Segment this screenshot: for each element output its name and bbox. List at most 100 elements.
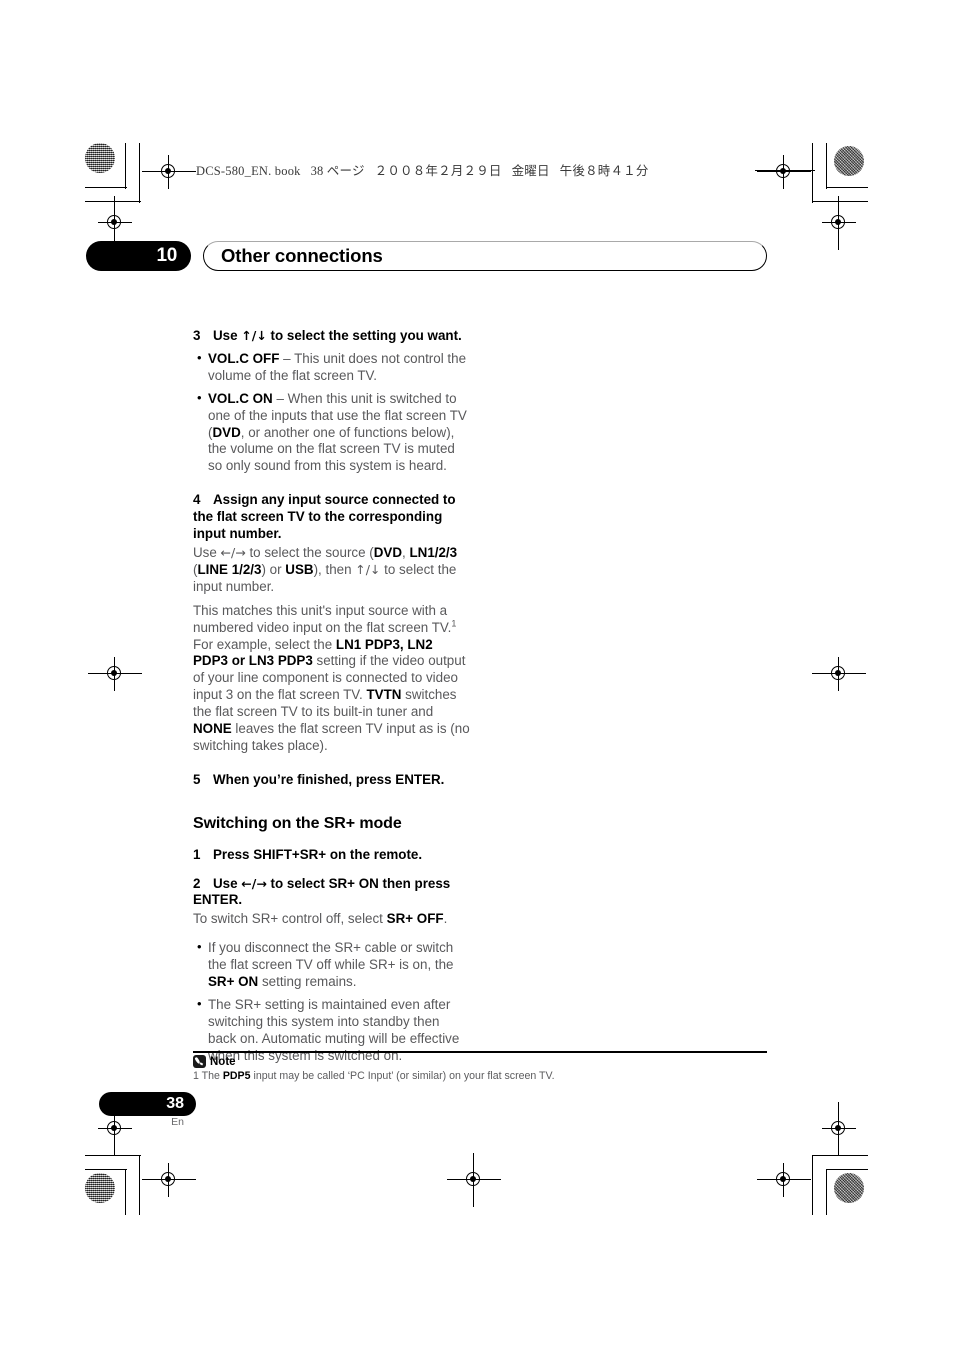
print-filename-line: DCS-580_EN. book 38 ページ ２００８年２月２９日 金曜日 午… <box>196 164 649 178</box>
list-item: VOL.C OFF – This unit does not control t… <box>193 350 471 385</box>
sr-step-2: 2 Use ←/→ to select SR+ ON then press ENT… <box>193 876 471 910</box>
halftone-circle-bottom-right <box>834 1173 864 1203</box>
page-number-badge: 38 <box>99 1092 196 1116</box>
step-text: Use ↑/↓ to select the setting you want. <box>213 328 471 345</box>
step-text: Press SHIFT+SR+ on the remote. <box>213 846 423 862</box>
registration-target <box>142 1163 196 1197</box>
input-pdp5: PDP5 <box>222 1070 251 1082</box>
step-text-prefix: Use <box>213 328 242 343</box>
note-header: Note <box>193 1055 236 1068</box>
bullet-part1: If you disconnect the SR+ cable or switc… <box>208 940 454 973</box>
crop-mark-line <box>812 1155 814 1215</box>
halftone-circle-bottom-left <box>85 1173 115 1203</box>
setting-sr-on: SR+ ON <box>208 974 259 990</box>
section-heading-sr-plus: Switching on the SR+ mode <box>193 814 402 832</box>
subtext-part2: . <box>443 911 448 927</box>
note-label: Note <box>210 1055 236 1068</box>
crop-mark-line <box>85 187 127 189</box>
crop-mark-line <box>125 143 127 189</box>
step-3-bullet-list: VOL.C OFF – This unit does not control t… <box>193 350 471 476</box>
crop-mark-line <box>812 201 868 203</box>
sr-bullet-list: If you disconnect the SR+ cable or switc… <box>193 939 471 1064</box>
source-line: LINE 1/2/3 <box>197 561 262 577</box>
halftone-circle-top-right <box>834 146 864 176</box>
crop-mark-line <box>826 1169 868 1171</box>
sr-step-2-subtext: To switch SR+ control off, select SR+ OF… <box>193 911 471 928</box>
list-item: If you disconnect the SR+ cable or switc… <box>193 939 471 991</box>
explanation-part1: This matches this unit's input source wi… <box>193 602 452 635</box>
sr-step-1: 1 Press SHIFT+SR+ on the remote. <box>193 847 471 864</box>
chapter-number-badge: 10 <box>86 241 191 271</box>
step-text-prefix: Use <box>213 875 242 891</box>
crop-mark-line <box>85 1169 127 1171</box>
input-name: DVD <box>212 424 241 440</box>
instruction-then: ), then <box>313 561 356 577</box>
setting-tvtn: TVTN <box>366 687 402 703</box>
page-title: Other connections <box>221 245 383 266</box>
registration-target <box>447 1153 501 1207</box>
chapter-title-bar: Other connections <box>203 241 767 271</box>
step-number: 4 <box>193 492 201 508</box>
source-ln: LN1/2/3 <box>409 544 458 560</box>
step-4-explanation: This matches this unit's input source wi… <box>193 603 471 755</box>
crop-mark-line <box>139 143 141 203</box>
halftone-circle-top-left <box>85 143 115 173</box>
left-right-arrow-icon: ←/→ <box>241 875 267 891</box>
note-divider <box>193 1051 767 1054</box>
explanation-part5: leaves the flat screen TV input as is (n… <box>193 721 470 753</box>
crop-mark-line <box>85 201 141 203</box>
crop-mark-line <box>826 187 868 189</box>
footnote-reference: 1 <box>451 618 457 629</box>
registration-target <box>88 657 142 691</box>
pencil-note-icon <box>193 1055 206 1068</box>
crop-mark-line <box>826 143 828 189</box>
step-5: 5 When you’re finished, press ENTER. <box>193 772 471 789</box>
source-usb: USB <box>285 561 314 577</box>
crop-mark-line <box>85 1155 141 1157</box>
left-right-arrow-icon: ←/→ <box>220 544 246 560</box>
step-text-suffix: to select the setting you want. <box>266 328 462 343</box>
step-4: 4 Assign any input source connected to th… <box>193 492 471 543</box>
crop-mark-line <box>812 1155 868 1157</box>
step-number: 3 <box>193 328 201 343</box>
source-dvd: DVD <box>373 544 403 560</box>
bullet-part2: setting remains. <box>258 974 357 990</box>
step-3: 3 Use ↑/↓ to select the setting you want… <box>193 328 471 345</box>
setting-name: VOL.C ON <box>208 390 273 406</box>
setting-none: NONE <box>193 721 232 737</box>
instruction-prefix: Use <box>193 544 221 560</box>
setting-sr-off: SR+ OFF <box>386 911 444 927</box>
setting-description-part2: , or another one of functions below), th… <box>208 424 455 474</box>
registration-target <box>822 196 856 250</box>
registration-target <box>812 657 866 691</box>
subtext-part1: To switch SR+ control off, select <box>193 911 387 927</box>
step-number: 1 <box>193 846 201 862</box>
step-number: 2 <box>193 875 201 891</box>
crop-mark-line <box>139 1155 141 1215</box>
page-language-code: En <box>171 1116 184 1128</box>
setting-name: VOL.C OFF <box>208 350 280 366</box>
list-item: VOL.C ON – When this unit is switched to… <box>193 390 471 476</box>
note-footnote-text: 1 The PDP5 input may be called ‘PC Input… <box>193 1070 893 1083</box>
step-text: When you’re finished, press ENTER. <box>213 771 445 787</box>
instruction-text: to select the source ( <box>245 544 374 560</box>
registration-target <box>98 196 132 250</box>
footnote-prefix: 1 The <box>193 1070 223 1082</box>
up-down-arrow-icon: ↑/↓ <box>355 561 381 577</box>
conjunction: ) or <box>261 561 286 577</box>
footnote-suffix: input may be called ‘PC Input’ (or simil… <box>250 1070 555 1082</box>
registration-target <box>822 1102 856 1156</box>
crop-mark-line <box>826 1169 828 1215</box>
body-text-column: 3 Use ↑/↓ to select the setting you want… <box>193 328 471 1065</box>
up-down-arrow-icon: ↑/↓ <box>241 328 267 343</box>
registration-target <box>757 155 811 189</box>
explanation-part2: For example, select the <box>193 636 336 652</box>
step-4-instruction: Use ←/→ to select the source (DVD, LN1/2… <box>193 545 471 596</box>
registration-target <box>757 1163 811 1197</box>
crop-mark-line <box>812 143 814 203</box>
step-heading: Assign any input source connected to the… <box>193 492 456 542</box>
step-number: 5 <box>193 771 201 787</box>
crop-mark-line <box>125 1169 127 1215</box>
registration-target <box>142 155 196 189</box>
header-rule <box>755 170 815 172</box>
